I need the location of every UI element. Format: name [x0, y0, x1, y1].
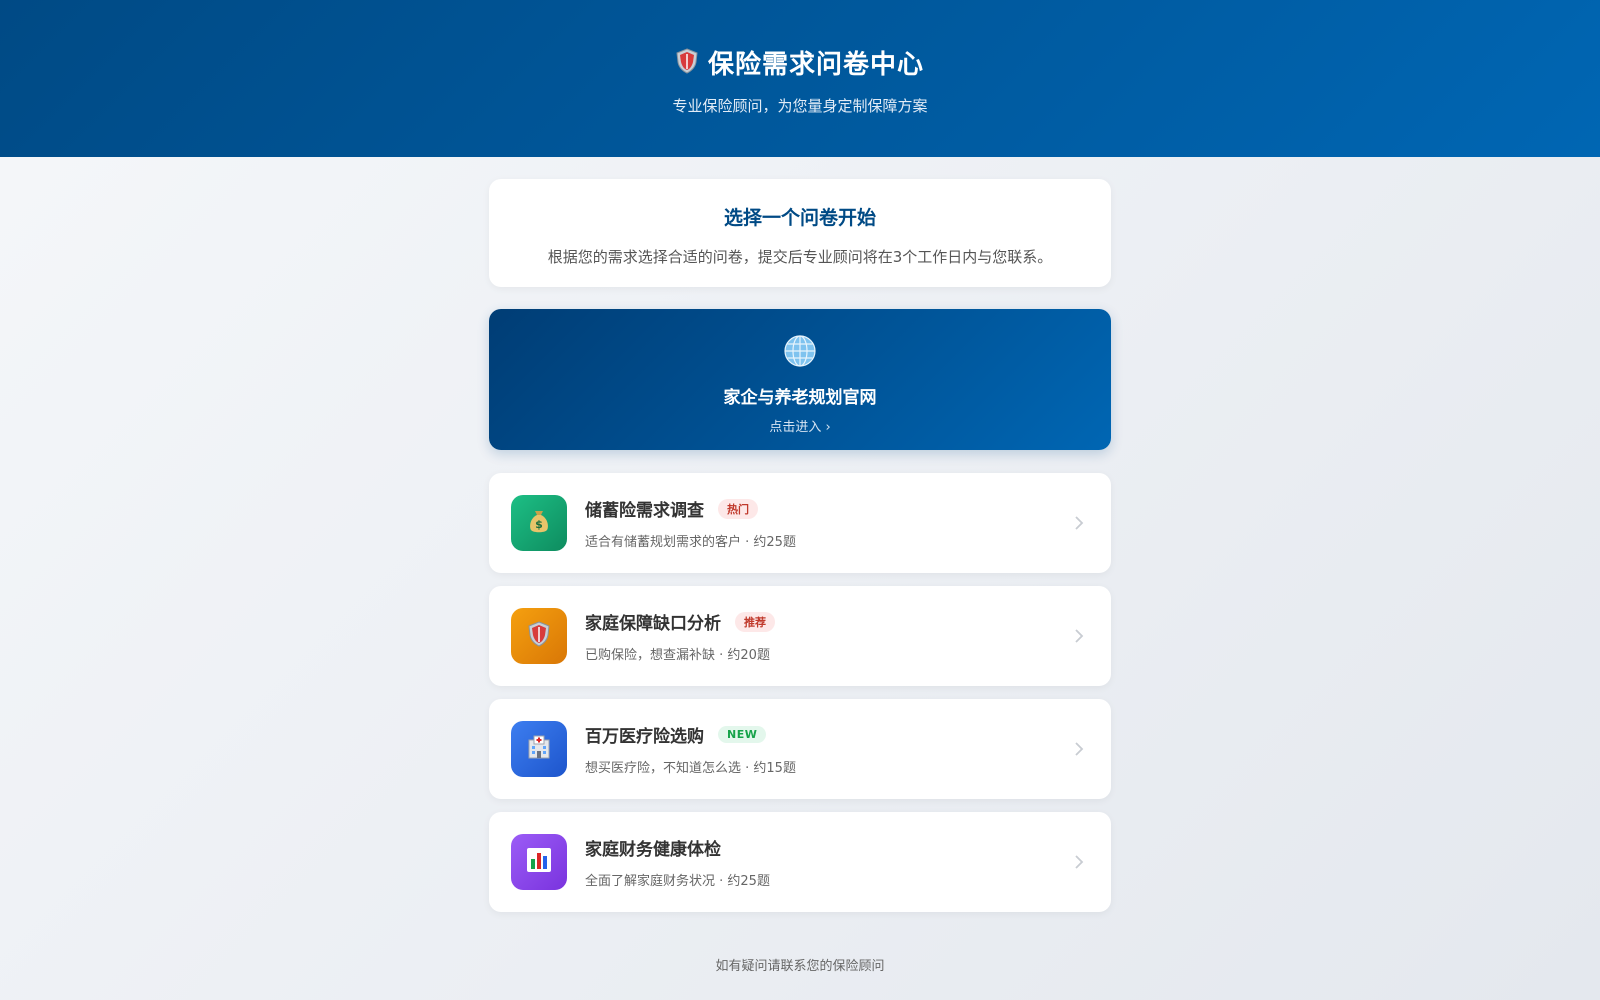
survey-icon-tile — [511, 834, 567, 890]
intro-description: 根据您的需求选择合适的问卷，提交后专业顾问将在3个工作日内与您联系。 — [547, 248, 1053, 266]
survey-item-financial-checkup[interactable]: 家庭财务健康体检 全面了解家庭财务状况 · 约25题 — [489, 812, 1111, 912]
survey-title: 家庭保障缺口分析 — [585, 614, 721, 634]
new-badge: NEW — [718, 726, 767, 743]
chevron-right-icon — [1069, 739, 1089, 759]
survey-title-row: 百万医疗险选购 NEW — [585, 722, 1069, 747]
banner-title: 家企与养老规划官网 — [723, 388, 877, 408]
official-site-banner[interactable]: 家企与养老规划官网 点击进入 › — [489, 309, 1111, 450]
survey-description: 全面了解家庭财务状况 · 约25题 — [585, 874, 770, 889]
svg-text:$: $ — [535, 518, 543, 531]
survey-title-row: 家庭保障缺口分析 推荐 — [585, 609, 1069, 634]
intro-title: 选择一个问卷开始 — [723, 207, 876, 229]
survey-icon-tile: $ — [511, 495, 567, 551]
survey-title: 家庭财务健康体检 — [585, 840, 721, 860]
survey-title-row: 家庭财务健康体检 — [585, 835, 1069, 860]
survey-description: 适合有储蓄规划需求的客户 · 约25题 — [585, 535, 796, 550]
survey-text: 家庭财务健康体检 全面了解家庭财务状况 · 约25题 — [585, 835, 1069, 889]
survey-icon-tile — [511, 721, 567, 777]
survey-title: 百万医疗险选购 — [585, 727, 704, 747]
survey-item-family-protection[interactable]: 家庭保障缺口分析 推荐 已购保险，想查漏补缺 · 约20题 — [489, 586, 1111, 686]
chevron-right-icon — [1069, 852, 1089, 872]
survey-description: 已购保险，想查漏补缺 · 约20题 — [585, 648, 770, 663]
survey-description: 想买医疗险，不知道怎么选 · 约15题 — [585, 761, 796, 776]
money-bag-icon: $ — [525, 507, 553, 539]
survey-title-row: 储蓄险需求调查 热门 — [585, 496, 1069, 521]
globe-icon — [489, 335, 1111, 371]
hospital-icon — [525, 733, 553, 765]
survey-item-medical[interactable]: 百万医疗险选购 NEW 想买医疗险，不知道怎么选 · 约15题 — [489, 699, 1111, 799]
survey-text: 储蓄险需求调查 热门 适合有储蓄规划需求的客户 · 约25题 — [585, 496, 1069, 550]
banner-link[interactable]: 点击进入 › — [489, 416, 1111, 435]
shield-icon — [528, 621, 550, 651]
header-title-row: 保险需求问卷中心 — [0, 44, 1600, 81]
chevron-right-icon — [1069, 513, 1089, 533]
intro-card: 选择一个问卷开始 根据您的需求选择合适的问卷，提交后专业顾问将在3个工作日内与您… — [489, 179, 1111, 287]
survey-list: $ 储蓄险需求调查 热门 适合有储蓄规划需求的客户 · 约25题 家庭保障缺口分… — [489, 473, 1111, 912]
footer-note: 如有疑问请联系您的保险顾问 — [715, 959, 885, 974]
main-container: 选择一个问卷开始 根据您的需求选择合适的问卷，提交后专业顾问将在3个工作日内与您… — [489, 179, 1111, 974]
page-subtitle: 专业保险顾问，为您量身定制保障方案 — [672, 97, 928, 115]
bar-chart-icon — [526, 847, 552, 877]
page-header: 保险需求问卷中心 专业保险顾问，为您量身定制保障方案 — [0, 0, 1600, 157]
page-title: 保险需求问卷中心 — [707, 50, 924, 80]
survey-text: 百万医疗险选购 NEW 想买医疗险，不知道怎么选 · 约15题 — [585, 722, 1069, 776]
chevron-right-icon — [1069, 626, 1089, 646]
survey-item-savings[interactable]: $ 储蓄险需求调查 热门 适合有储蓄规划需求的客户 · 约25题 — [489, 473, 1111, 573]
survey-text: 家庭保障缺口分析 推荐 已购保险，想查漏补缺 · 约20题 — [585, 609, 1069, 663]
recommended-badge: 推荐 — [735, 611, 775, 632]
survey-title: 储蓄险需求调查 — [585, 501, 704, 521]
hot-badge: 热门 — [718, 498, 758, 519]
survey-icon-tile — [511, 608, 567, 664]
shield-icon — [676, 47, 698, 78]
